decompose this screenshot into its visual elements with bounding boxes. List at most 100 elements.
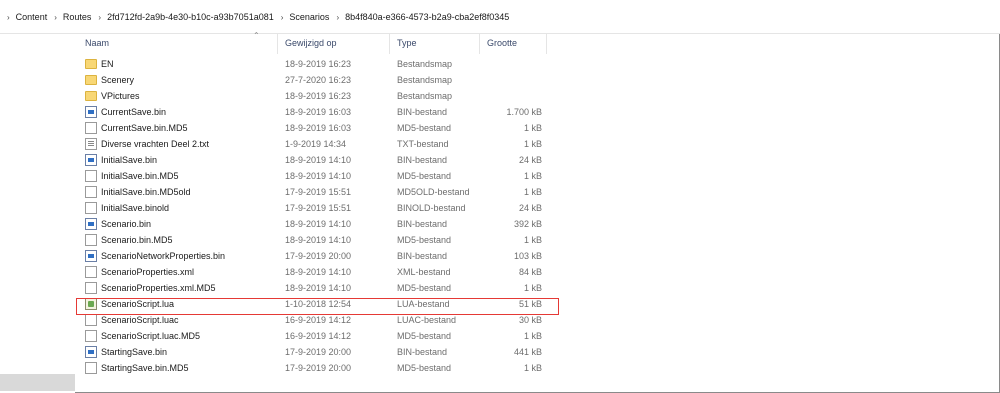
file-row[interactable]: Diverse vrachten Deel 2.txt 1-9-2019 14:3… xyxy=(75,136,1000,152)
file-row[interactable]: VPictures 18-9-2019 16:23 Bestandsmap xyxy=(75,88,1000,104)
file-type: Bestandsmap xyxy=(397,91,453,101)
file-row[interactable]: CurrentSave.bin.MD5 18-9-2019 16:03 MD5-be… xyxy=(75,120,1000,136)
file-name[interactable]: Scenery xyxy=(101,72,134,88)
column-header-row: ⌃ Naam Gewijzigd op Type Grootte xyxy=(75,31,1000,56)
file-name[interactable]: Scenario.bin.MD5 xyxy=(101,232,173,248)
file-size: 1 kB xyxy=(523,235,542,245)
file-type: MD5-bestand xyxy=(397,123,452,133)
file-row[interactable]: ScenarioProperties.xml.MD5 18-9-2019 14:1… xyxy=(75,280,1000,296)
file-type: Bestandsmap xyxy=(397,75,453,85)
chevron-right-icon[interactable]: › xyxy=(2,13,14,22)
file-row[interactable]: InitialSave.bin.MD5old 17-9-2019 15:51 MD5… xyxy=(75,184,1000,200)
column-header-name[interactable]: Naam xyxy=(85,34,109,56)
file-name[interactable]: ScenarioScript.luac xyxy=(101,312,179,328)
file-row[interactable]: InitialSave.binold 17-9-2019 15:51 BINOLD-… xyxy=(75,200,1000,216)
file-date: 17-9-2019 15:51 xyxy=(285,187,352,197)
file-row[interactable]: ScenarioProperties.xml 18-9-2019 14:10 XML… xyxy=(75,264,1000,280)
file-type: MD5-bestand xyxy=(397,235,452,245)
file-row[interactable]: ScenarioScript.lua 1-10-2018 12:54 LUA-bes… xyxy=(75,296,1000,312)
bin-file-icon xyxy=(85,218,97,230)
file-icon xyxy=(85,170,97,182)
column-header-date[interactable]: Gewijzigd op xyxy=(285,34,337,56)
file-name[interactable]: InitialSave.bin.MD5 xyxy=(101,168,179,184)
chevron-right-icon[interactable]: › xyxy=(49,13,61,22)
column-header-size[interactable]: Grootte xyxy=(487,34,517,56)
file-size: 84 kB xyxy=(518,267,542,277)
file-name[interactable]: VPictures xyxy=(101,88,140,104)
file-date: 18-9-2019 14:10 xyxy=(285,155,352,165)
text-file-icon xyxy=(85,138,97,150)
file-size: 1 kB xyxy=(523,123,542,133)
file-row[interactable]: Scenario.bin 18-9-2019 14:10 BIN-bestand 39… xyxy=(75,216,1000,232)
column-divider[interactable] xyxy=(479,34,480,54)
bin-file-icon xyxy=(85,106,97,118)
breadcrumb-item-scenario-id[interactable]: 8b4f840a-e366-4573-b2a9-cba2ef8f0345 xyxy=(343,12,511,22)
folder-icon xyxy=(85,90,97,102)
file-icon xyxy=(85,282,97,294)
file-row[interactable]: Scenario.bin.MD5 18-9-2019 14:10 MD5-besta… xyxy=(75,232,1000,248)
file-name[interactable]: ScenarioProperties.xml xyxy=(101,264,194,280)
file-date: 18-9-2019 16:03 xyxy=(285,107,352,117)
file-name[interactable]: StartingSave.bin xyxy=(101,344,167,360)
file-type: BIN-bestand xyxy=(397,155,448,165)
file-name[interactable]: Diverse vrachten Deel 2.txt xyxy=(101,136,209,152)
file-name[interactable]: InitialSave.bin.MD5old xyxy=(101,184,191,200)
file-date: 16-9-2019 14:12 xyxy=(285,331,352,341)
file-row[interactable]: ScenarioScript.luac.MD5 16-9-2019 14:12 MD… xyxy=(75,328,1000,344)
column-divider[interactable] xyxy=(277,34,278,54)
file-date: 17-9-2019 20:00 xyxy=(285,251,352,261)
file-name[interactable]: InitialSave.binold xyxy=(101,200,169,216)
breadcrumb-item-routes[interactable]: Routes xyxy=(61,12,94,22)
file-name[interactable]: ScenarioProperties.xml.MD5 xyxy=(101,280,216,296)
file-size: 24 kB xyxy=(518,203,542,213)
breadcrumb-item-content[interactable]: Content xyxy=(14,12,50,22)
file-row[interactable]: ScenarioScript.luac 16-9-2019 14:12 LUAC-b… xyxy=(75,312,1000,328)
file-date: 1-9-2019 14:34 xyxy=(285,139,347,149)
file-row[interactable]: InitialSave.bin.MD5 18-9-2019 14:10 MD5-be… xyxy=(75,168,1000,184)
file-size: 441 kB xyxy=(513,347,542,357)
chevron-right-icon[interactable]: › xyxy=(276,13,288,22)
address-bar[interactable]: › Content › Routes › 2fd712fd-2a9b-4e30-… xyxy=(0,0,1000,34)
file-size: 1 kB xyxy=(523,283,542,293)
file-name[interactable]: ScenarioNetworkProperties.bin xyxy=(101,248,225,264)
column-divider[interactable] xyxy=(389,34,390,54)
file-date: 17-9-2019 15:51 xyxy=(285,203,352,213)
bin-file-icon xyxy=(85,346,97,358)
breadcrumb-item-route-id[interactable]: 2fd712fd-2a9b-4e30-b10c-a93b7051a081 xyxy=(105,12,276,22)
file-icon xyxy=(85,314,97,326)
file-name[interactable]: ScenarioScript.luac.MD5 xyxy=(101,328,200,344)
lua-file-icon xyxy=(85,298,97,310)
breadcrumb-item-scenarios[interactable]: Scenarios xyxy=(287,12,331,22)
file-date: 18-9-2019 16:23 xyxy=(285,59,352,69)
file-name[interactable]: CurrentSave.bin.MD5 xyxy=(101,120,188,136)
file-icon xyxy=(85,234,97,246)
column-header-type[interactable]: Type xyxy=(397,34,417,56)
file-date: 18-9-2019 16:23 xyxy=(285,91,352,101)
file-type: TXT-bestand xyxy=(397,139,449,149)
file-name[interactable]: StartingSave.bin.MD5 xyxy=(101,360,189,376)
file-row[interactable]: ScenarioNetworkProperties.bin 17-9-2019 2… xyxy=(75,248,1000,264)
file-row[interactable]: Scenery 27-7-2020 16:23 Bestandsmap xyxy=(75,72,1000,88)
file-icon xyxy=(85,186,97,198)
file-size: 24 kB xyxy=(518,155,542,165)
bin-file-icon xyxy=(85,250,97,262)
file-name[interactable]: Scenario.bin xyxy=(101,216,151,232)
file-name[interactable]: CurrentSave.bin xyxy=(101,104,166,120)
file-row[interactable]: StartingSave.bin 17-9-2019 20:00 BIN-besta… xyxy=(75,344,1000,360)
navigation-pane[interactable] xyxy=(0,34,75,393)
file-name[interactable]: ScenarioScript.lua xyxy=(101,296,174,312)
file-name[interactable]: InitialSave.bin xyxy=(101,152,157,168)
column-divider[interactable] xyxy=(546,34,547,54)
file-row[interactable]: CurrentSave.bin 18-9-2019 16:03 BIN-bestan… xyxy=(75,104,1000,120)
file-name[interactable]: EN xyxy=(101,56,114,72)
file-list: EN 18-9-2019 16:23 Bestandsmap Scenery 27-7-… xyxy=(75,56,1000,376)
nav-selected-item[interactable] xyxy=(0,374,75,391)
file-type: BIN-bestand xyxy=(397,219,448,229)
file-date: 1-10-2018 12:54 xyxy=(285,299,352,309)
file-row[interactable]: InitialSave.bin 18-9-2019 14:10 BIN-bestan… xyxy=(75,152,1000,168)
chevron-right-icon[interactable]: › xyxy=(331,13,343,22)
file-row[interactable]: StartingSave.bin.MD5 17-9-2019 20:00 MD5-b… xyxy=(75,360,1000,376)
file-type: BIN-bestand xyxy=(397,107,448,117)
file-row[interactable]: EN 18-9-2019 16:23 Bestandsmap xyxy=(75,56,1000,72)
chevron-right-icon[interactable]: › xyxy=(93,13,105,22)
